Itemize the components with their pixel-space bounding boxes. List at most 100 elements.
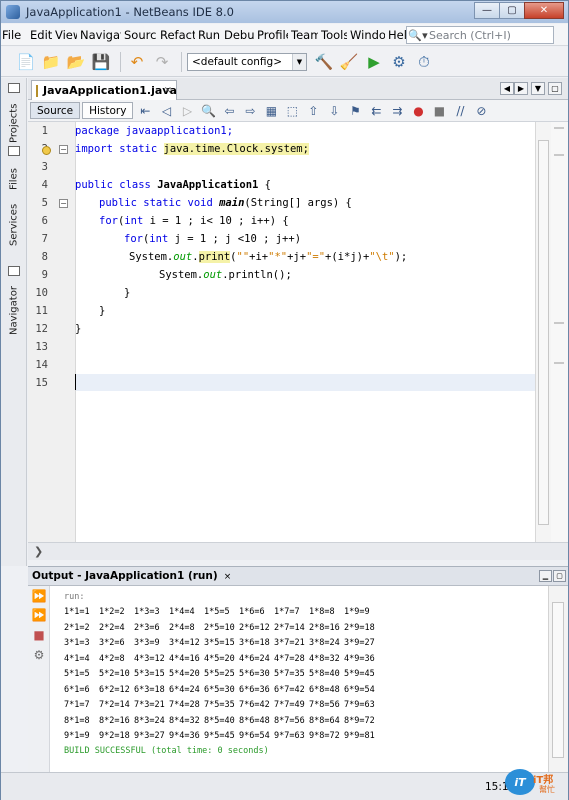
output-cell: 4*6=24 [239,653,270,664]
fold-toggle-icon[interactable]: − [59,199,68,208]
find-previous-icon[interactable]: ⇦ [220,102,238,119]
debug-icon[interactable]: ⚙ [388,51,410,73]
minimize-button[interactable]: — [474,2,500,19]
output-cell: 3*8=24 [309,638,340,648]
redo-icon[interactable]: ↷ [151,51,173,73]
find-icon[interactable]: 🔍 [199,102,217,119]
output-cell: 5*8=40 [309,669,340,679]
rerun-icon[interactable]: ⏩ [31,589,47,603]
warning-bulb-icon[interactable] [42,146,51,155]
output-cell: 8*5=40 [204,715,235,726]
minimize-output-icon[interactable]: ▁ [539,570,552,582]
menu-profile[interactable]: Profile [256,28,288,42]
menu-source[interactable]: Source [123,28,157,42]
tab-maximize-icon[interactable]: ▢ [548,82,562,95]
menu-refactor[interactable]: Refactor [159,28,195,42]
fold-toggle-icon[interactable]: − [59,145,68,154]
undo-icon[interactable]: ↶ [126,51,148,73]
new-file-icon[interactable]: 📄 [15,51,37,73]
output-cell: 8*2=16 [99,715,130,726]
output-cell: 5*3=15 [134,669,165,679]
menu-window[interactable]: Window [349,28,385,42]
new-project-icon[interactable]: 📁 [40,51,62,73]
next-bookmark-icon[interactable]: ⇩ [325,102,343,119]
back-icon[interactable]: ◁ [157,102,175,119]
output-cell: 9*5=45 [204,731,235,741]
close-button[interactable]: ✕ [524,2,564,19]
find-next-icon[interactable]: ⇨ [241,102,259,119]
tab-list-icon[interactable]: ▼ [531,82,545,95]
open-project-icon[interactable]: 📂 [65,51,87,73]
code-line: } [75,323,81,335]
line-number: 10 [35,287,48,299]
error-stripe-marker[interactable] [554,322,564,324]
maximize-output-icon[interactable]: ▢ [553,570,566,582]
toggle-highlight-icon[interactable]: ▦ [262,102,280,119]
output-settings-icon[interactable]: ⚙ [31,648,47,662]
config-dropdown[interactable]: <default config> ▼ [187,52,307,71]
scrollbar-thumb[interactable] [552,602,564,758]
shift-left-icon[interactable]: ⇇ [367,102,385,119]
uncomment-icon[interactable]: ⊘ [472,102,490,119]
output-cell: 6*2=12 [99,684,130,695]
rect-selection-icon[interactable]: ⬚ [283,102,301,119]
line-number: 6 [41,215,48,227]
toggle-bookmark-icon[interactable]: ⚑ [346,102,364,119]
forward-icon[interactable]: ▷ [178,102,196,119]
stop-macro-icon[interactable]: ■ [430,102,448,119]
tab-output[interactable]: Output - JavaApplication1 (run) × [28,570,231,582]
menu-tools[interactable]: Tools [320,28,347,42]
side-tab-services[interactable]: Services [6,198,22,246]
editor-vertical-scrollbar[interactable] [535,122,551,542]
prev-bookmark-icon[interactable]: ⇧ [304,102,322,119]
menu-view[interactable]: View [54,28,77,42]
code-token: int [149,233,169,245]
search-input[interactable]: 🔍▾ Search (Ctrl+I) [406,26,554,44]
side-tab-projects[interactable]: Projects [6,98,22,143]
tab-scroll-right-icon[interactable]: ▶ [514,82,528,95]
menu-debug[interactable]: Debug [223,28,254,42]
config-value: <default config> [192,55,283,68]
rerun-with-params-icon[interactable]: ⏩ [31,608,47,622]
output-vertical-scrollbar[interactable] [548,586,568,772]
code-line: public static void main(String[] args) { [99,197,352,209]
last-edit-icon[interactable]: ⇤ [136,102,154,119]
close-output-icon[interactable]: × [224,572,232,582]
run-icon[interactable]: ▶ [363,51,385,73]
start-macro-icon[interactable]: ● [409,102,427,119]
line-number: 13 [35,341,48,353]
maximize-button[interactable]: ▢ [499,2,525,19]
side-tab-files[interactable]: Files [6,158,22,190]
profile-icon[interactable]: ⏱ [413,51,435,73]
code-line: import static java.time.Clock.system; [75,143,309,155]
error-stripe-marker[interactable] [554,127,564,129]
stop-icon[interactable]: ■ [31,628,47,642]
clean-build-icon[interactable]: 🧹 [338,51,360,73]
output-cell: 4*5=20 [204,653,235,664]
tab-scroll-left-icon[interactable]: ◀ [500,82,514,95]
shift-right-icon[interactable]: ⇉ [388,102,406,119]
output-cell: 3*2=6 [99,638,125,648]
history-button[interactable]: History [82,102,134,119]
menu-edit[interactable]: Edit [29,28,52,42]
expand-arrow-icon[interactable]: ❯ [34,545,43,558]
comment-icon[interactable]: // [451,102,469,119]
build-hammer-icon[interactable]: 🔨 [313,51,335,73]
output-console[interactable]: run: 1*1=1 1*2=2 1*3=3 1*4=4 1*5=5 1*6=6 1*7=7… [50,586,548,772]
close-tab-icon[interactable]: × [164,85,172,96]
save-all-icon[interactable]: 💾 [90,51,112,73]
menu-run[interactable]: Run [197,28,221,42]
logo-mark: iT [505,769,535,795]
menu-file[interactable]: File [1,28,27,42]
source-button[interactable]: Source [30,102,81,119]
menu-team[interactable]: Team [290,28,318,42]
scrollbar-thumb[interactable] [538,140,549,525]
output-cell: 4*8=32 [309,653,340,664]
menu-navigate[interactable]: Navigate [79,28,121,42]
error-stripe-marker[interactable] [554,362,564,364]
code-editor[interactable]: 1 2 3 4 5 6 7 8 9 10 11 12 13 14 15 − − … [28,122,535,542]
error-stripe-marker[interactable] [554,154,564,156]
tab-javaapplication1[interactable]: JavaApplication1.java × [31,80,177,100]
side-tab-navigator[interactable]: Navigator [6,280,22,335]
navigator-window-icon [8,266,20,276]
